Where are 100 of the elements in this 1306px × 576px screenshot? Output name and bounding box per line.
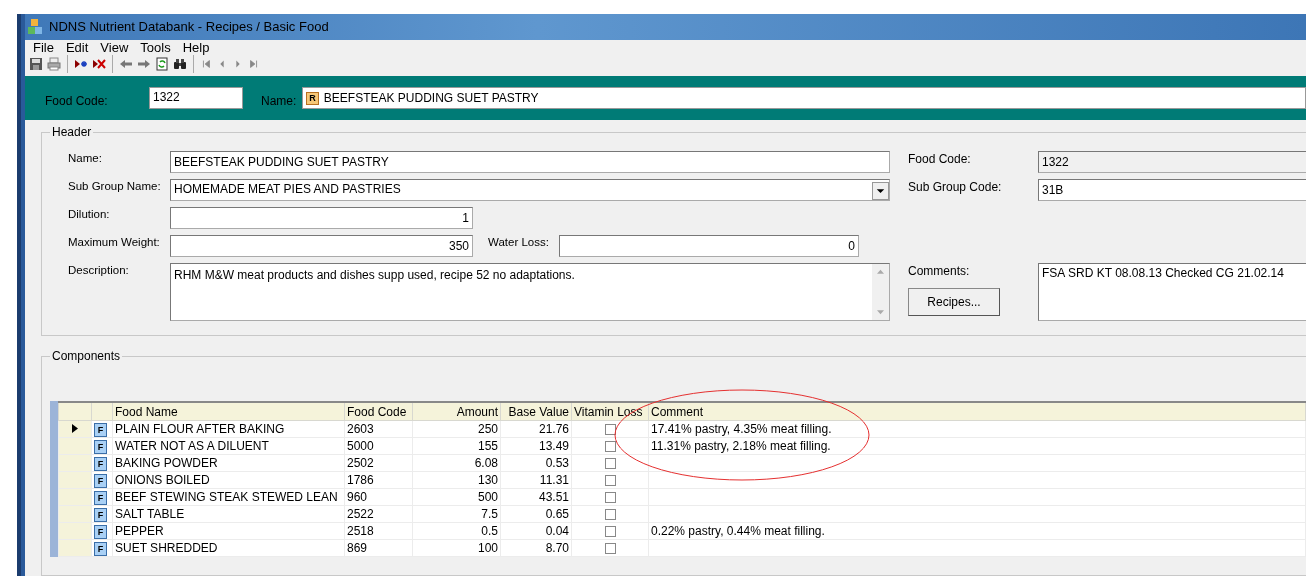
food-code-field[interactable]: 1322: [149, 87, 243, 109]
field-label: Food Code:: [908, 151, 972, 166]
table-cell: 100: [412, 539, 501, 557]
table-cell: SALT TABLE: [112, 505, 345, 523]
food-type-badge: F: [94, 541, 107, 556]
table-cell: 155: [412, 437, 501, 455]
water-loss-input[interactable]: 0: [558, 235, 859, 257]
menu-item[interactable]: Tools: [134, 39, 177, 55]
table-cell: 1786: [344, 471, 413, 489]
table-cell: 0.04: [500, 522, 572, 540]
back-arrow-icon[interactable]: [119, 57, 133, 71]
refresh-icon[interactable]: [155, 57, 169, 71]
table-cell: PEPPER: [112, 522, 345, 540]
table-cell: 5000: [344, 437, 413, 455]
table-cell: WATER NOT AS A DILUENT: [112, 437, 345, 455]
table-cell: 0.53: [500, 454, 572, 472]
checkbox[interactable]: [604, 492, 616, 504]
field-label: Sub Group Name:: [68, 179, 162, 192]
group-title: Header: [50, 125, 94, 139]
field-label: Description:: [68, 263, 130, 276]
field-label: Water Loss:: [488, 235, 549, 248]
food-code-readonly-field: 1322: [1038, 151, 1306, 173]
table-cell: 17.41% pastry, 4.35% meat filling.: [651, 422, 832, 436]
field-label: Comments:: [908, 263, 971, 278]
checkbox[interactable]: [604, 543, 616, 555]
table-cell: 2518: [344, 522, 413, 540]
table-cell: 2522: [344, 505, 413, 523]
checkbox[interactable]: [604, 424, 616, 436]
table-cell: PLAIN FLOUR AFTER BAKING: [112, 420, 345, 438]
field-label: Maximum Weight:: [68, 235, 161, 248]
binoculars-icon[interactable]: [173, 57, 187, 71]
column-header[interactable]: Food Code: [344, 402, 413, 421]
table-cell: 500: [412, 488, 501, 506]
checkbox[interactable]: [604, 441, 616, 453]
table-cell: 250: [412, 420, 501, 438]
scrollbar[interactable]: [872, 264, 889, 320]
column-header[interactable]: Vitamin Loss: [571, 402, 649, 421]
delete-record-icon[interactable]: [92, 57, 106, 71]
table-cell: SUET SHREDDED: [112, 539, 345, 557]
food-code-label: Food Code:: [45, 93, 109, 108]
print-icon[interactable]: [47, 57, 61, 71]
recipes-button[interactable]: Recipes...: [908, 288, 1000, 316]
table-cell: 2603: [344, 420, 413, 438]
food-type-badge: F: [94, 439, 107, 454]
field-label: Dilution:: [68, 207, 111, 220]
name-label: Name:: [261, 93, 297, 108]
dilution-input[interactable]: 1: [170, 207, 473, 229]
menu-item[interactable]: Help: [176, 39, 216, 55]
table-cell: 43.51: [500, 488, 572, 506]
field-label: Name:: [68, 151, 103, 164]
checkbox[interactable]: [604, 526, 616, 538]
table-cell: 0.65: [500, 505, 572, 523]
checkbox[interactable]: [604, 458, 616, 470]
name-field[interactable]: R BEEFSTEAK PUDDING SUET PASTRY: [302, 87, 1306, 109]
column-header[interactable]: Comment: [648, 402, 1306, 421]
current-row-icon: [72, 424, 78, 433]
name-value: BEEFSTEAK PUDDING SUET PASTRY: [323, 91, 539, 105]
table-cell: 8.70: [500, 539, 572, 557]
field-label: Sub Group Code:: [908, 179, 1003, 194]
menu-item[interactable]: View: [94, 39, 135, 55]
food-type-badge: F: [94, 524, 107, 539]
new-record-icon[interactable]: [74, 57, 88, 71]
window-title: NDNS Nutrient Databank - Recipes / Basic Food: [49, 19, 329, 35]
sub-group-dropdown[interactable]: HOMEMADE MEAT PIES AND PASTRIES: [170, 179, 890, 201]
first-record-icon[interactable]: [200, 58, 212, 70]
column-header[interactable]: Amount: [412, 402, 501, 421]
column-header[interactable]: Food Name: [112, 402, 345, 421]
app-icon: [27, 17, 43, 36]
table-cell: 11.31% pastry, 2.18% meat filling.: [651, 439, 831, 453]
description-textarea[interactable]: RHM M&W meat products and dishes supp used, recipe 52 no adaptations.: [170, 263, 890, 321]
maximum-weight-input[interactable]: 350: [170, 235, 473, 257]
table-cell: BEEF STEWING STEAK STEWED LEAN: [112, 488, 345, 506]
food-type-badge: F: [94, 473, 107, 488]
recipe-badge: R: [306, 91, 319, 105]
table-cell: 130: [412, 471, 501, 489]
table-cell: 960: [344, 488, 413, 506]
sub-group-code-input[interactable]: 31B: [1038, 179, 1306, 201]
menu-item[interactable]: File: [27, 39, 60, 55]
table-cell: 6.08: [412, 454, 501, 472]
checkbox[interactable]: [604, 509, 616, 521]
table-cell: 0.5: [412, 522, 501, 540]
table-cell: 11.31: [500, 471, 572, 489]
table-cell: 2502: [344, 454, 413, 472]
save-icon[interactable]: [29, 57, 43, 71]
last-record-icon[interactable]: [248, 58, 260, 70]
table-cell: BAKING POWDER: [112, 454, 345, 472]
food-type-badge: F: [94, 422, 107, 437]
forward-arrow-icon[interactable]: [137, 57, 151, 71]
food-type-badge: F: [94, 507, 107, 522]
column-header[interactable]: Base Value: [500, 402, 572, 421]
table-cell: 7.5: [412, 505, 501, 523]
food-type-badge: F: [94, 456, 107, 471]
group-title: Components: [50, 349, 123, 363]
table-cell: 21.76: [500, 420, 572, 438]
table-cell: ONIONS BOILED: [112, 471, 345, 489]
table-cell: 0.22% pastry, 0.44% meat filling.: [651, 524, 825, 538]
comments-textarea[interactable]: FSA SRD KT 08.08.13 Checked CG 21.02.14: [1038, 263, 1306, 321]
name-input[interactable]: BEEFSTEAK PUDDING SUET PASTRY: [170, 151, 890, 173]
menu-item[interactable]: Edit: [59, 39, 95, 55]
checkbox[interactable]: [604, 475, 616, 487]
